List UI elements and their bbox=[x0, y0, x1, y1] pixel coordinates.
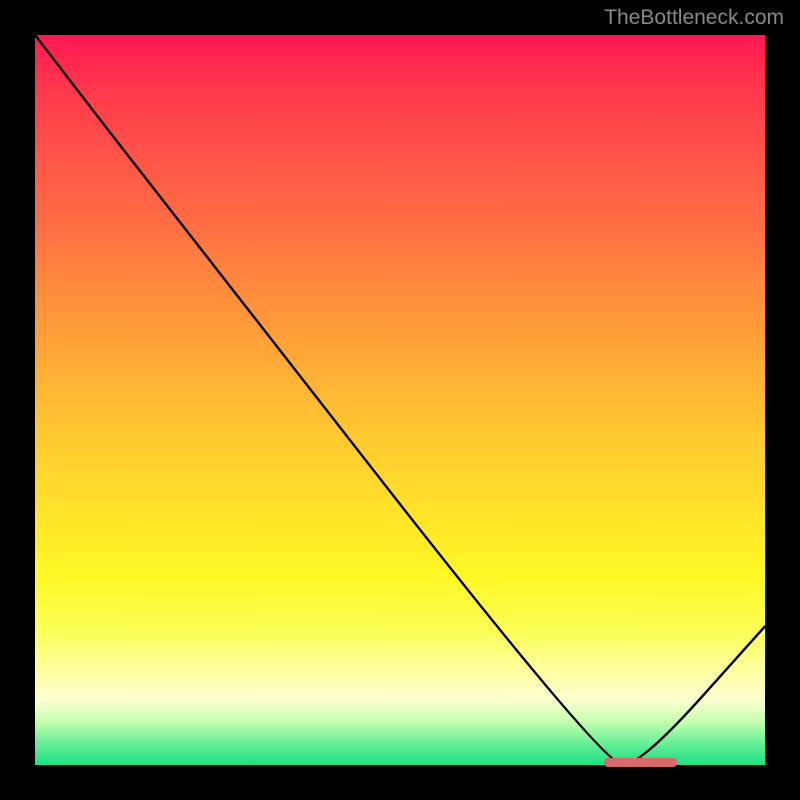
watermark-text: TheBottleneck.com bbox=[604, 6, 784, 30]
curve-path bbox=[35, 35, 765, 765]
chart-plot-area bbox=[35, 35, 765, 765]
optimal-range-marker bbox=[604, 758, 677, 767]
bottleneck-curve bbox=[35, 35, 765, 765]
